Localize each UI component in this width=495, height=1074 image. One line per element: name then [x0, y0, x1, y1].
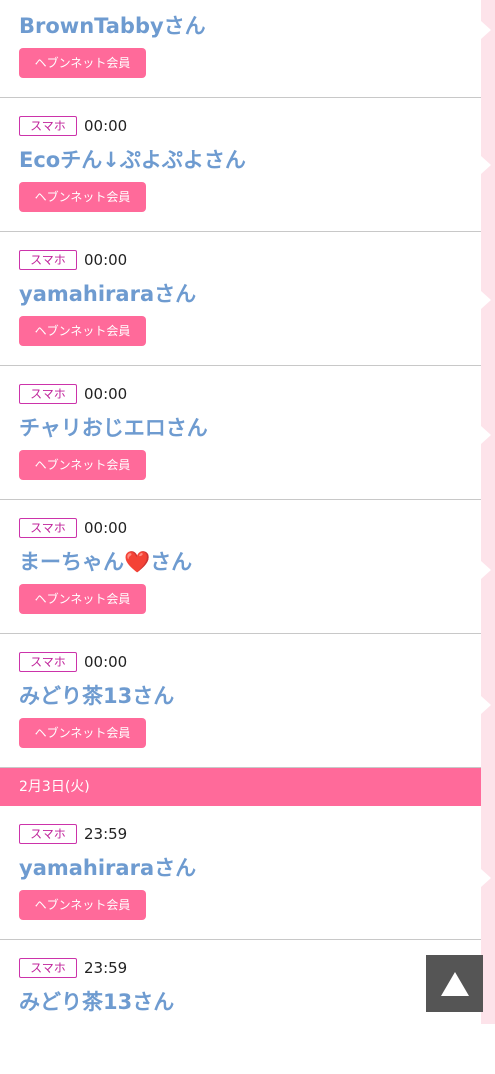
- side-decoration-strip: [481, 0, 495, 1024]
- visitor-name[interactable]: みどり茶13さん: [19, 986, 174, 1016]
- strip-notch: [481, 561, 491, 579]
- visitor-name[interactable]: みどり茶13さん: [19, 680, 174, 710]
- up-triangle-icon: [440, 971, 469, 996]
- device-badge: スマホ: [19, 116, 77, 136]
- visit-time: 00:00: [84, 251, 128, 269]
- strip-notch: [481, 156, 491, 174]
- list-item[interactable]: スマホ 00:00 yamahiraraさん ヘブンネット会員: [0, 232, 481, 366]
- visit-time: 00:00: [84, 653, 128, 671]
- device-badge: スマホ: [19, 652, 77, 672]
- visitor-name[interactable]: まーちゃん❤️さん: [19, 546, 192, 576]
- date-header: 2月3日(火): [0, 768, 481, 806]
- member-badge: ヘブンネット会員: [19, 48, 146, 78]
- list-item[interactable]: スマホ 00:00 Ecoチん↓ぷよぷよさん ヘブンネット会員: [0, 98, 481, 232]
- list-item[interactable]: スマホ 23:59 みどり茶13さん: [0, 940, 481, 1074]
- strip-notch: [481, 291, 491, 309]
- list-item[interactable]: スマホ 00:00 みどり茶13さん ヘブンネット会員: [0, 634, 481, 768]
- member-badge: ヘブンネット会員: [19, 718, 146, 748]
- member-badge: ヘブンネット会員: [19, 450, 146, 480]
- visitor-name[interactable]: Ecoチん↓ぷよぷよさん: [19, 144, 246, 174]
- strip-notch: [481, 426, 491, 444]
- strip-notch: [481, 21, 491, 39]
- visit-time: 00:00: [84, 117, 128, 135]
- strip-notch: [481, 869, 491, 887]
- scroll-to-top-button[interactable]: [426, 955, 483, 1012]
- list-item[interactable]: BrownTabbyさん ヘブンネット会員: [0, 0, 481, 98]
- device-badge: スマホ: [19, 384, 77, 404]
- strip-notch: [481, 696, 491, 714]
- device-badge: スマホ: [19, 518, 77, 538]
- visit-time: 00:00: [84, 385, 128, 403]
- device-badge: スマホ: [19, 958, 77, 978]
- visitor-name[interactable]: チャリおじエロさん: [19, 412, 208, 442]
- visitor-name[interactable]: yamahiraraさん: [19, 852, 196, 882]
- visitor-name[interactable]: yamahiraraさん: [19, 278, 196, 308]
- member-badge: ヘブンネット会員: [19, 316, 146, 346]
- list-item[interactable]: スマホ 00:00 まーちゃん❤️さん ヘブンネット会員: [0, 500, 481, 634]
- device-badge: スマホ: [19, 250, 77, 270]
- visitor-list: BrownTabbyさん ヘブンネット会員 スマホ 00:00 Ecoチん↓ぷよ…: [0, 0, 481, 1074]
- visit-time: 23:59: [84, 959, 128, 977]
- member-badge: ヘブンネット会員: [19, 584, 146, 614]
- member-badge: ヘブンネット会員: [19, 890, 146, 920]
- device-badge: スマホ: [19, 824, 77, 844]
- visit-time: 23:59: [84, 825, 128, 843]
- member-badge: ヘブンネット会員: [19, 182, 146, 212]
- visit-time: 00:00: [84, 519, 128, 537]
- list-item[interactable]: スマホ 00:00 チャリおじエロさん ヘブンネット会員: [0, 366, 481, 500]
- list-item[interactable]: スマホ 23:59 yamahiraraさん ヘブンネット会員: [0, 806, 481, 940]
- visitor-name[interactable]: BrownTabbyさん: [19, 10, 206, 40]
